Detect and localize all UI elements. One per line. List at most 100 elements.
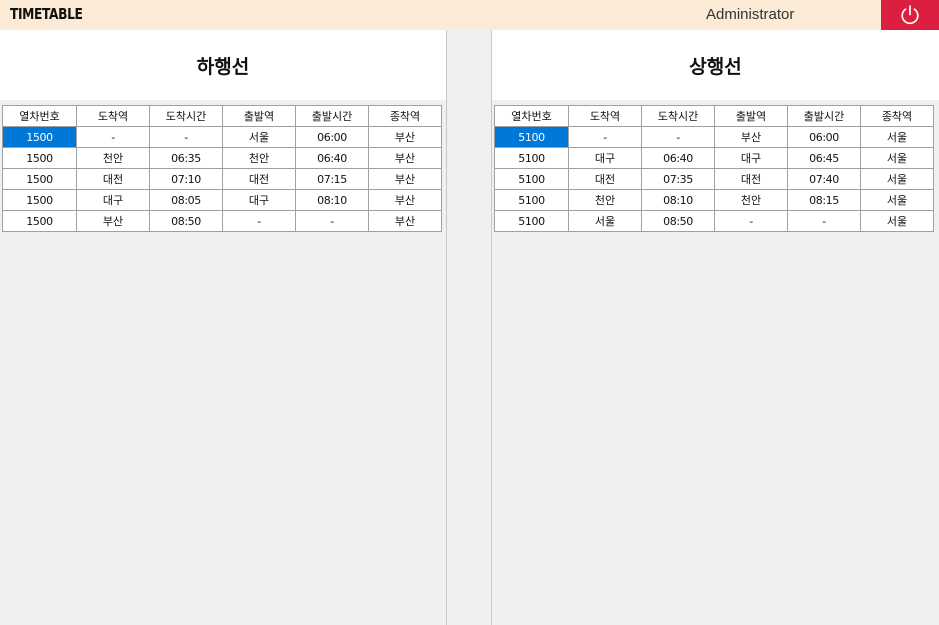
column-header[interactable]: 종착역 bbox=[368, 105, 442, 127]
table-cell[interactable]: - bbox=[787, 210, 861, 232]
upline-header-row: 열차번호 도착역 도착시간 출발역 출발시간 종착역 bbox=[494, 105, 934, 127]
table-cell[interactable]: - bbox=[641, 126, 715, 148]
table-cell[interactable]: 부산 bbox=[714, 126, 788, 148]
table-cell[interactable]: 08:15 bbox=[787, 189, 861, 211]
table-cell[interactable]: 1500 bbox=[2, 168, 77, 190]
table-cell[interactable]: 06:45 bbox=[787, 147, 861, 169]
table-row[interactable]: 5100 대구 06:40 대구 06:45 서울 bbox=[494, 147, 934, 169]
table-cell[interactable]: - bbox=[76, 126, 150, 148]
table-cell[interactable]: 07:35 bbox=[641, 168, 715, 190]
table-cell[interactable]: 부산 bbox=[368, 126, 442, 148]
table-cell[interactable]: 06:40 bbox=[295, 147, 369, 169]
table-cell[interactable]: 08:50 bbox=[149, 210, 223, 232]
table-cell[interactable]: 06:00 bbox=[787, 126, 861, 148]
table-cell[interactable]: 서울 bbox=[860, 189, 934, 211]
table-cell[interactable]: 서울 bbox=[860, 147, 934, 169]
app-title: TIMETABLE bbox=[10, 5, 83, 23]
table-cell[interactable]: 5100 bbox=[494, 189, 569, 211]
table-cell[interactable]: 07:40 bbox=[787, 168, 861, 190]
table-cell[interactable]: 부산 bbox=[368, 189, 442, 211]
column-header[interactable]: 도착시간 bbox=[149, 105, 223, 127]
column-header[interactable]: 열차번호 bbox=[2, 105, 77, 127]
table-cell[interactable]: 5100 bbox=[494, 168, 569, 190]
column-header[interactable]: 종착역 bbox=[860, 105, 934, 127]
table-cell[interactable]: 부산 bbox=[368, 147, 442, 169]
upline-title: 상행선 bbox=[689, 56, 742, 78]
table-row[interactable]: 1500 부산 08:50- - 부산 bbox=[2, 210, 442, 232]
table-row[interactable]: 1500 대전 07:10 대전 07:15 부산 bbox=[2, 168, 442, 190]
table-cell[interactable]: 1500 bbox=[2, 210, 77, 232]
table-cell[interactable]: 1500 bbox=[2, 189, 77, 211]
table-cell[interactable]: 대전 bbox=[76, 168, 150, 190]
upline-header: 상행선 bbox=[492, 30, 939, 100]
table-row[interactable]: 1500 천안 06:35 천안 06:40 부산 bbox=[2, 147, 442, 169]
table-row[interactable]: 5100 대전 07:35 대전 07:40 서울 bbox=[494, 168, 934, 190]
table-cell[interactable]: 08:10 bbox=[641, 189, 715, 211]
column-header[interactable]: 도착역 bbox=[76, 105, 150, 127]
column-header[interactable]: 도착시간 bbox=[641, 105, 715, 127]
column-header[interactable]: 열차번호 bbox=[494, 105, 569, 127]
table-row[interactable]: 5100 서울 08:50- - 서울 bbox=[494, 210, 934, 232]
table-row[interactable]: 1500 대구 08:05 대구 08:10 부산 bbox=[2, 189, 442, 211]
table-cell[interactable]: 천안 bbox=[568, 189, 642, 211]
table-cell[interactable]: 06:40 bbox=[641, 147, 715, 169]
table-cell[interactable]: 천안 bbox=[222, 147, 296, 169]
table-row[interactable]: 1500- - 서울 06:00 부산 bbox=[2, 126, 442, 148]
table-cell[interactable]: 08:50 bbox=[641, 210, 715, 232]
table-cell[interactable]: 대전 bbox=[222, 168, 296, 190]
table-cell[interactable]: - bbox=[568, 126, 642, 148]
downline-table[interactable]: 열차번호 도착역 도착시간 출발역 출발시간 종착역 1500- - 서울 06:00 부산 150… bbox=[2, 105, 442, 232]
table-cell[interactable]: 부산 bbox=[76, 210, 150, 232]
downline-title: 하행선 bbox=[196, 56, 250, 78]
table-cell[interactable]: 07:10 bbox=[149, 168, 223, 190]
column-header[interactable]: 출발역 bbox=[222, 105, 296, 127]
table-cell[interactable]: 07:15 bbox=[295, 168, 369, 190]
table-cell[interactable]: 서울 bbox=[860, 210, 934, 232]
upline-panel: 상행선 열차번호 도착역 도착시간 출발역 출발시간 종착역 5100- - 부산 06:00 서… bbox=[491, 30, 939, 625]
table-cell[interactable]: 서울 bbox=[222, 126, 296, 148]
title-bar: TIMETABLE Administrator bbox=[0, 0, 939, 30]
table-cell[interactable]: 5100 bbox=[494, 210, 569, 232]
table-cell[interactable]: 천안 bbox=[76, 147, 150, 169]
table-cell[interactable]: 서울 bbox=[860, 126, 934, 148]
table-cell[interactable]: 5100 bbox=[494, 147, 569, 169]
table-cell[interactable]: - bbox=[222, 210, 296, 232]
column-header[interactable]: 도착역 bbox=[568, 105, 642, 127]
upline-grid[interactable]: 열차번호 도착역 도착시간 출발역 출발시간 종착역 5100- - 부산 06:00 서울 510… bbox=[494, 105, 934, 232]
table-cell[interactable]: 천안 bbox=[714, 189, 788, 211]
power-button[interactable] bbox=[881, 0, 939, 30]
power-icon bbox=[899, 4, 921, 26]
table-cell[interactable]: 1500 bbox=[2, 147, 77, 169]
table-cell[interactable]: - bbox=[149, 126, 223, 148]
column-header[interactable]: 출발시간 bbox=[295, 105, 369, 127]
downline-panel: 하행선 열차번호 도착역 도착시간 출발역 출발시간 종착역 1500- - 서울 06:00 부… bbox=[0, 30, 447, 625]
table-cell[interactable]: 대전 bbox=[714, 168, 788, 190]
table-cell[interactable]: 부산 bbox=[368, 168, 442, 190]
table-cell[interactable]: 08:05 bbox=[149, 189, 223, 211]
table-cell[interactable]: 08:10 bbox=[295, 189, 369, 211]
column-header[interactable]: 출발시간 bbox=[787, 105, 861, 127]
table-cell[interactable]: 대구 bbox=[76, 189, 150, 211]
table-cell[interactable]: 대구 bbox=[222, 189, 296, 211]
table-cell[interactable]: 1500 bbox=[2, 126, 77, 148]
user-name: Administrator bbox=[706, 6, 795, 23]
table-cell[interactable]: 대전 bbox=[568, 168, 642, 190]
table-row[interactable]: 5100 천안 08:10 천안 08:15 서울 bbox=[494, 189, 934, 211]
table-cell[interactable]: 서울 bbox=[568, 210, 642, 232]
table-cell[interactable]: 06:00 bbox=[295, 126, 369, 148]
column-header[interactable]: 출발역 bbox=[714, 105, 788, 127]
table-cell[interactable]: 대구 bbox=[568, 147, 642, 169]
table-cell[interactable]: - bbox=[714, 210, 788, 232]
downline-grid[interactable]: 열차번호 도착역 도착시간 출발역 출발시간 종착역 1500- - 서울 06:00 부산 150… bbox=[2, 105, 442, 232]
table-cell[interactable]: 서울 bbox=[860, 168, 934, 190]
table-cell[interactable]: 06:35 bbox=[149, 147, 223, 169]
downline-header: 하행선 bbox=[0, 30, 446, 100]
panel-gap bbox=[447, 30, 491, 625]
table-row[interactable]: 5100- - 부산 06:00 서울 bbox=[494, 126, 934, 148]
downline-header-row: 열차번호 도착역 도착시간 출발역 출발시간 종착역 bbox=[2, 105, 442, 127]
table-cell[interactable]: 5100 bbox=[494, 126, 569, 148]
table-cell[interactable]: 부산 bbox=[368, 210, 442, 232]
table-cell[interactable]: 대구 bbox=[714, 147, 788, 169]
table-cell[interactable]: - bbox=[295, 210, 369, 232]
upline-table[interactable]: 열차번호 도착역 도착시간 출발역 출발시간 종착역 5100- - 부산 06:00 서울 510… bbox=[494, 105, 934, 232]
